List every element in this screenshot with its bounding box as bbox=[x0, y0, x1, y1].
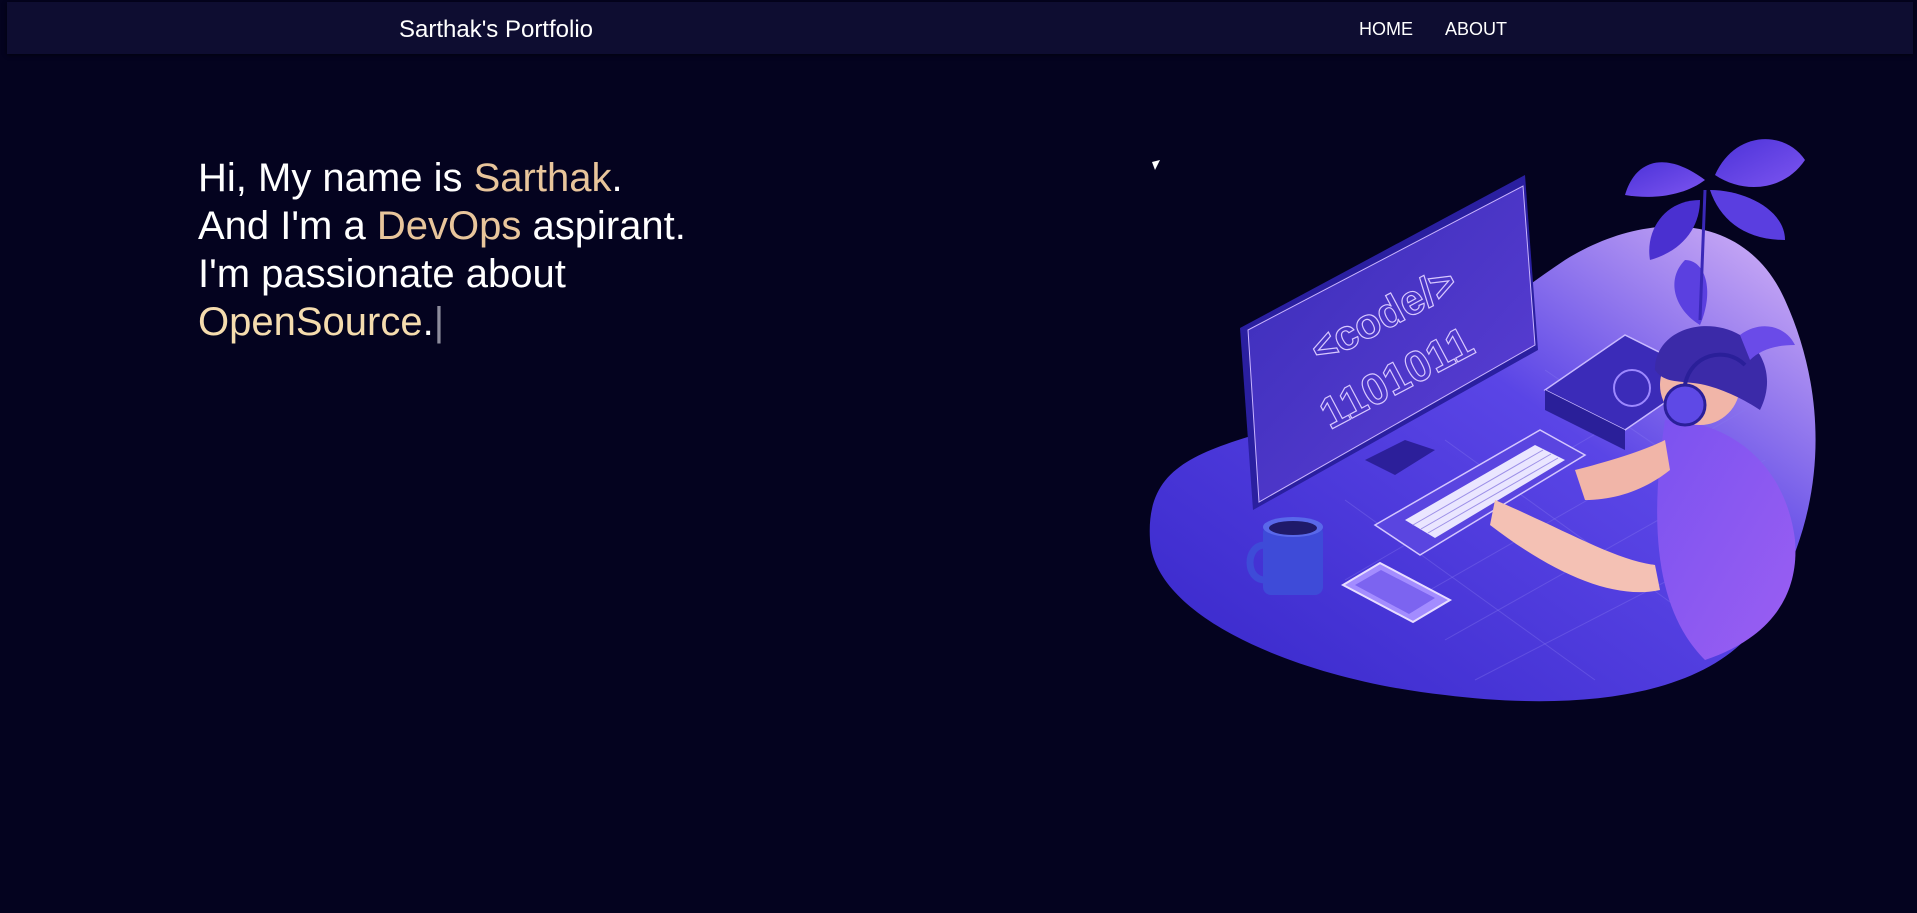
nav-link-about[interactable]: ABOUT bbox=[1445, 19, 1507, 40]
highlight-role: DevOps bbox=[376, 204, 522, 248]
intro-line-role: And I'm a DevOps aspirant. bbox=[198, 202, 686, 250]
top-navbar: Sarthak's Portfolio HOME ABOUT bbox=[7, 2, 1913, 54]
intro-line-passion: I'm passionate about bbox=[198, 252, 566, 296]
intro-typewriter-text: Hi, My name is Sarthak. And I'm a DevOps… bbox=[198, 154, 686, 346]
intro-line-role-suffix: aspirant. bbox=[521, 204, 686, 248]
intro-line-topic: OpenSource.| bbox=[198, 298, 686, 346]
developer-illustration: <code/> 1101011 bbox=[1149, 139, 1816, 702]
cursor-mark bbox=[1152, 160, 1160, 170]
nav-links: HOME ABOUT bbox=[1359, 19, 1507, 40]
intro-line-name-prefix: Hi, My name is bbox=[198, 156, 474, 200]
intro-line-topic-suffix: . bbox=[422, 300, 434, 344]
intro-line-role-prefix: And I'm a bbox=[198, 204, 377, 248]
highlight-topic: OpenSource bbox=[198, 300, 423, 344]
typing-cursor: | bbox=[433, 300, 445, 344]
brand-link[interactable]: Sarthak's Portfolio bbox=[399, 16, 593, 44]
intro-line-name-suffix: . bbox=[611, 156, 623, 200]
nav-link-home[interactable]: HOME bbox=[1359, 19, 1413, 40]
highlight-name: Sarthak bbox=[473, 156, 612, 200]
intro-line-name: Hi, My name is Sarthak. bbox=[198, 154, 686, 202]
